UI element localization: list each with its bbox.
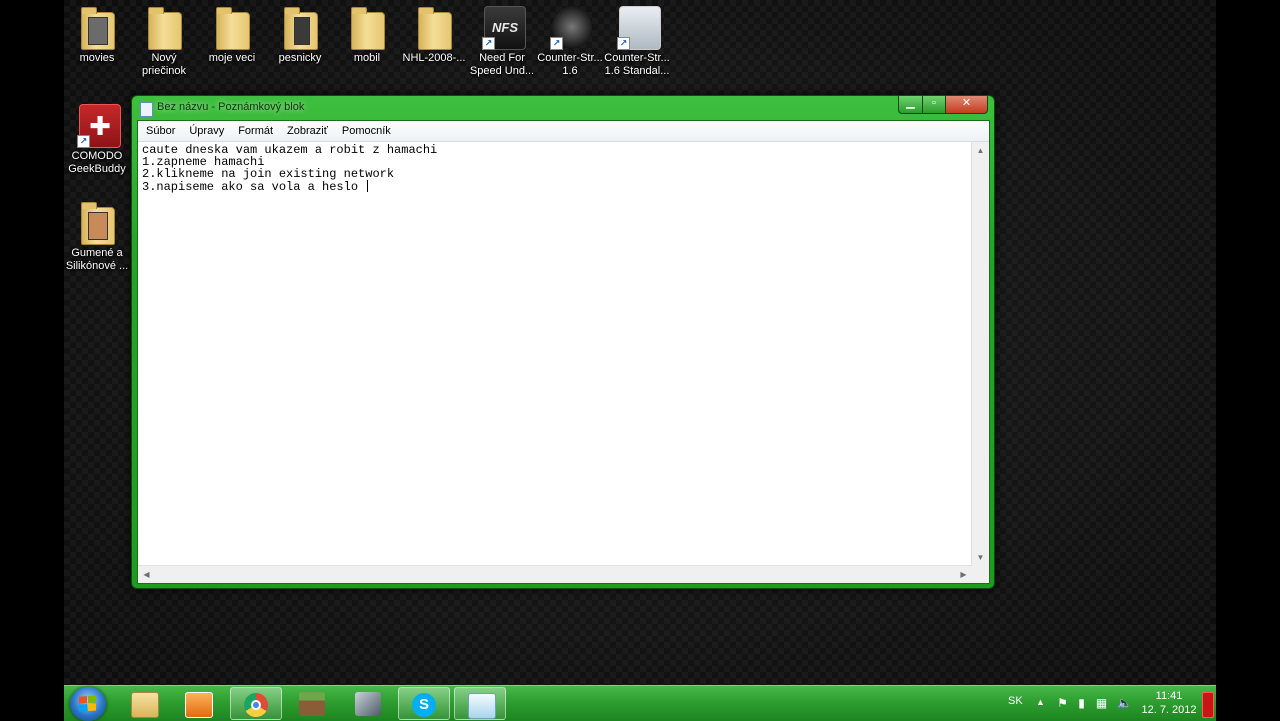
window-title: Bez názvu - Poznámkový blok: [157, 101, 305, 113]
horizontal-scrollbar[interactable]: ◀ ▶: [138, 565, 972, 583]
folder-icon: [81, 202, 115, 245]
desktop-icon-label: Need For Speed Und...: [469, 52, 535, 77]
title-bar[interactable]: Bez názvu - Poznámkový blok ▁ ▫ ✕: [132, 96, 994, 120]
taskbar-media-player-button[interactable]: [172, 687, 224, 720]
desktop-icon-counter-strike[interactable]: ↗ Counter-Str... 1.6: [534, 0, 606, 78]
menu-zobrazit[interactable]: Zobraziť: [280, 121, 335, 141]
desktop-icon-label: Nový priečinok: [141, 52, 187, 77]
taskbar-notepad-button[interactable]: [454, 687, 506, 720]
desktop-icon-pesnicky[interactable]: pesnicky: [264, 0, 336, 65]
menu-subor[interactable]: Súbor: [139, 121, 182, 141]
minecraft-icon: [299, 692, 325, 716]
taskbar: S SK ▲ ⚑ ▮ ▦ 🔈 11:41 12. 7. 2012: [64, 685, 1216, 721]
taskbar-skype-button[interactable]: S: [398, 687, 450, 720]
close-icon: ✕: [961, 97, 972, 109]
text-line: 3.napiseme ako sa vola a heslo: [142, 180, 366, 194]
text-line: 2.klikneme na join existing network: [142, 167, 395, 181]
windows-logo-icon: [79, 695, 97, 713]
menu-pomocnik[interactable]: Pomocník: [335, 121, 398, 141]
folder-icon: [284, 7, 318, 50]
clock[interactable]: 11:41 12. 7. 2012: [1139, 689, 1199, 717]
folder-icon: [131, 692, 159, 718]
clock-date: 12. 7. 2012: [1141, 704, 1197, 716]
taskbar-game-button[interactable]: [342, 687, 394, 720]
minimize-button[interactable]: ▁: [898, 96, 923, 114]
folder-icon: [81, 7, 115, 50]
game-icon: [355, 692, 381, 716]
desktop-icon-label: NHL-2008-...: [402, 52, 466, 64]
taskbar-chrome-button[interactable]: [230, 687, 282, 720]
desktop-icon-label: Counter-Str... 1.6: [537, 52, 603, 77]
media-player-icon: [185, 692, 213, 718]
network-icon[interactable]: ▦: [1095, 697, 1108, 710]
vertical-scrollbar[interactable]: ▲ ▼: [971, 142, 989, 566]
start-button[interactable]: [70, 687, 106, 721]
folder-icon: [216, 7, 250, 50]
chrome-icon: [244, 693, 268, 717]
desktop-icon-movies[interactable]: movies: [61, 0, 133, 65]
notepad-window[interactable]: Bez názvu - Poznámkový blok ▁ ▫ ✕ Súbor Ú…: [131, 95, 995, 589]
desktop-icon-counter-strike-standalone[interactable]: ↗ Counter-Str... 1.6 Standal...: [601, 0, 673, 78]
shortcut-arrow-icon: ↗: [482, 37, 495, 50]
folder-icon: [418, 7, 452, 50]
show-desktop-button[interactable]: [1202, 692, 1214, 718]
desktop-icon-label: Counter-Str... 1.6 Standal...: [604, 52, 670, 77]
volume-icon[interactable]: 🔈: [1117, 697, 1132, 710]
desktop-icon-label: movies: [79, 52, 115, 64]
action-center-icon[interactable]: ⚑: [1056, 697, 1069, 710]
scroll-down-icon[interactable]: ▼: [972, 549, 989, 566]
clock-time: 11:41: [1155, 690, 1183, 702]
desktop-icon-mobil[interactable]: mobil: [331, 0, 403, 65]
scroll-corner: [972, 566, 989, 583]
shortcut-arrow-icon: ↗: [617, 37, 630, 50]
taskbar-explorer-button[interactable]: [118, 687, 170, 720]
desktop-icon-label: Gumené a Silikónové ...: [65, 247, 129, 272]
shortcut-arrow-icon: ↗: [77, 135, 90, 148]
desktop-icon-gumene-silikonove[interactable]: Gumené a Silikónové ...: [61, 195, 133, 273]
text-line: caute dneska vam ukazem a robit z hamach…: [142, 143, 438, 157]
text-editor[interactable]: caute dneska vam ukazem a robit z hamach…: [138, 142, 972, 566]
desktop-icon-label: mobil: [353, 52, 381, 64]
desktop-icon-label: moje veci: [208, 52, 256, 64]
minimize-icon: ▁: [906, 97, 915, 109]
desktop-icon-comodo-geekbuddy[interactable]: ✚ ↗ COMODO GeekBuddy: [61, 98, 133, 176]
scroll-right-icon[interactable]: ▶: [955, 566, 972, 583]
folder-icon: [148, 7, 182, 50]
skype-icon: S: [412, 693, 436, 717]
desktop-icon-label: pesnicky: [278, 52, 322, 64]
scroll-left-icon[interactable]: ◀: [138, 566, 155, 583]
shortcut-arrow-icon: ↗: [550, 37, 563, 50]
notepad-icon: [468, 693, 496, 719]
power-icon[interactable]: ▮: [1075, 697, 1088, 710]
menu-upravy[interactable]: Úpravy: [182, 121, 231, 141]
notepad-client: Súbor Úpravy Formát Zobraziť Pomocník caute …: [137, 120, 990, 584]
scroll-up-icon[interactable]: ▲: [972, 142, 989, 159]
folder-icon: [351, 7, 385, 50]
show-hidden-icons-button[interactable]: ▲: [1036, 697, 1045, 707]
desktop-icon-moje-veci[interactable]: moje veci: [196, 0, 268, 65]
desktop-icon-need-for-speed[interactable]: NFS ↗ Need For Speed Und...: [466, 0, 538, 78]
notepad-icon: [140, 102, 153, 117]
language-indicator[interactable]: SK: [1008, 695, 1023, 707]
taskbar-minecraft-button[interactable]: [286, 687, 338, 720]
menu-format[interactable]: Formát: [231, 121, 280, 141]
desktop-icon-label: COMODO GeekBuddy: [68, 150, 126, 175]
menu-bar: Súbor Úpravy Formát Zobraziť Pomocník: [138, 121, 989, 142]
desktop-icon-nhl-2008[interactable]: NHL-2008-...: [398, 0, 470, 65]
maximize-icon: ▫: [932, 97, 936, 109]
text-caret: [367, 180, 369, 192]
desktop-icon-novy-priecinok[interactable]: Nový priečinok: [128, 0, 200, 78]
maximize-button[interactable]: ▫: [922, 96, 946, 114]
close-button[interactable]: ✕: [945, 96, 988, 114]
